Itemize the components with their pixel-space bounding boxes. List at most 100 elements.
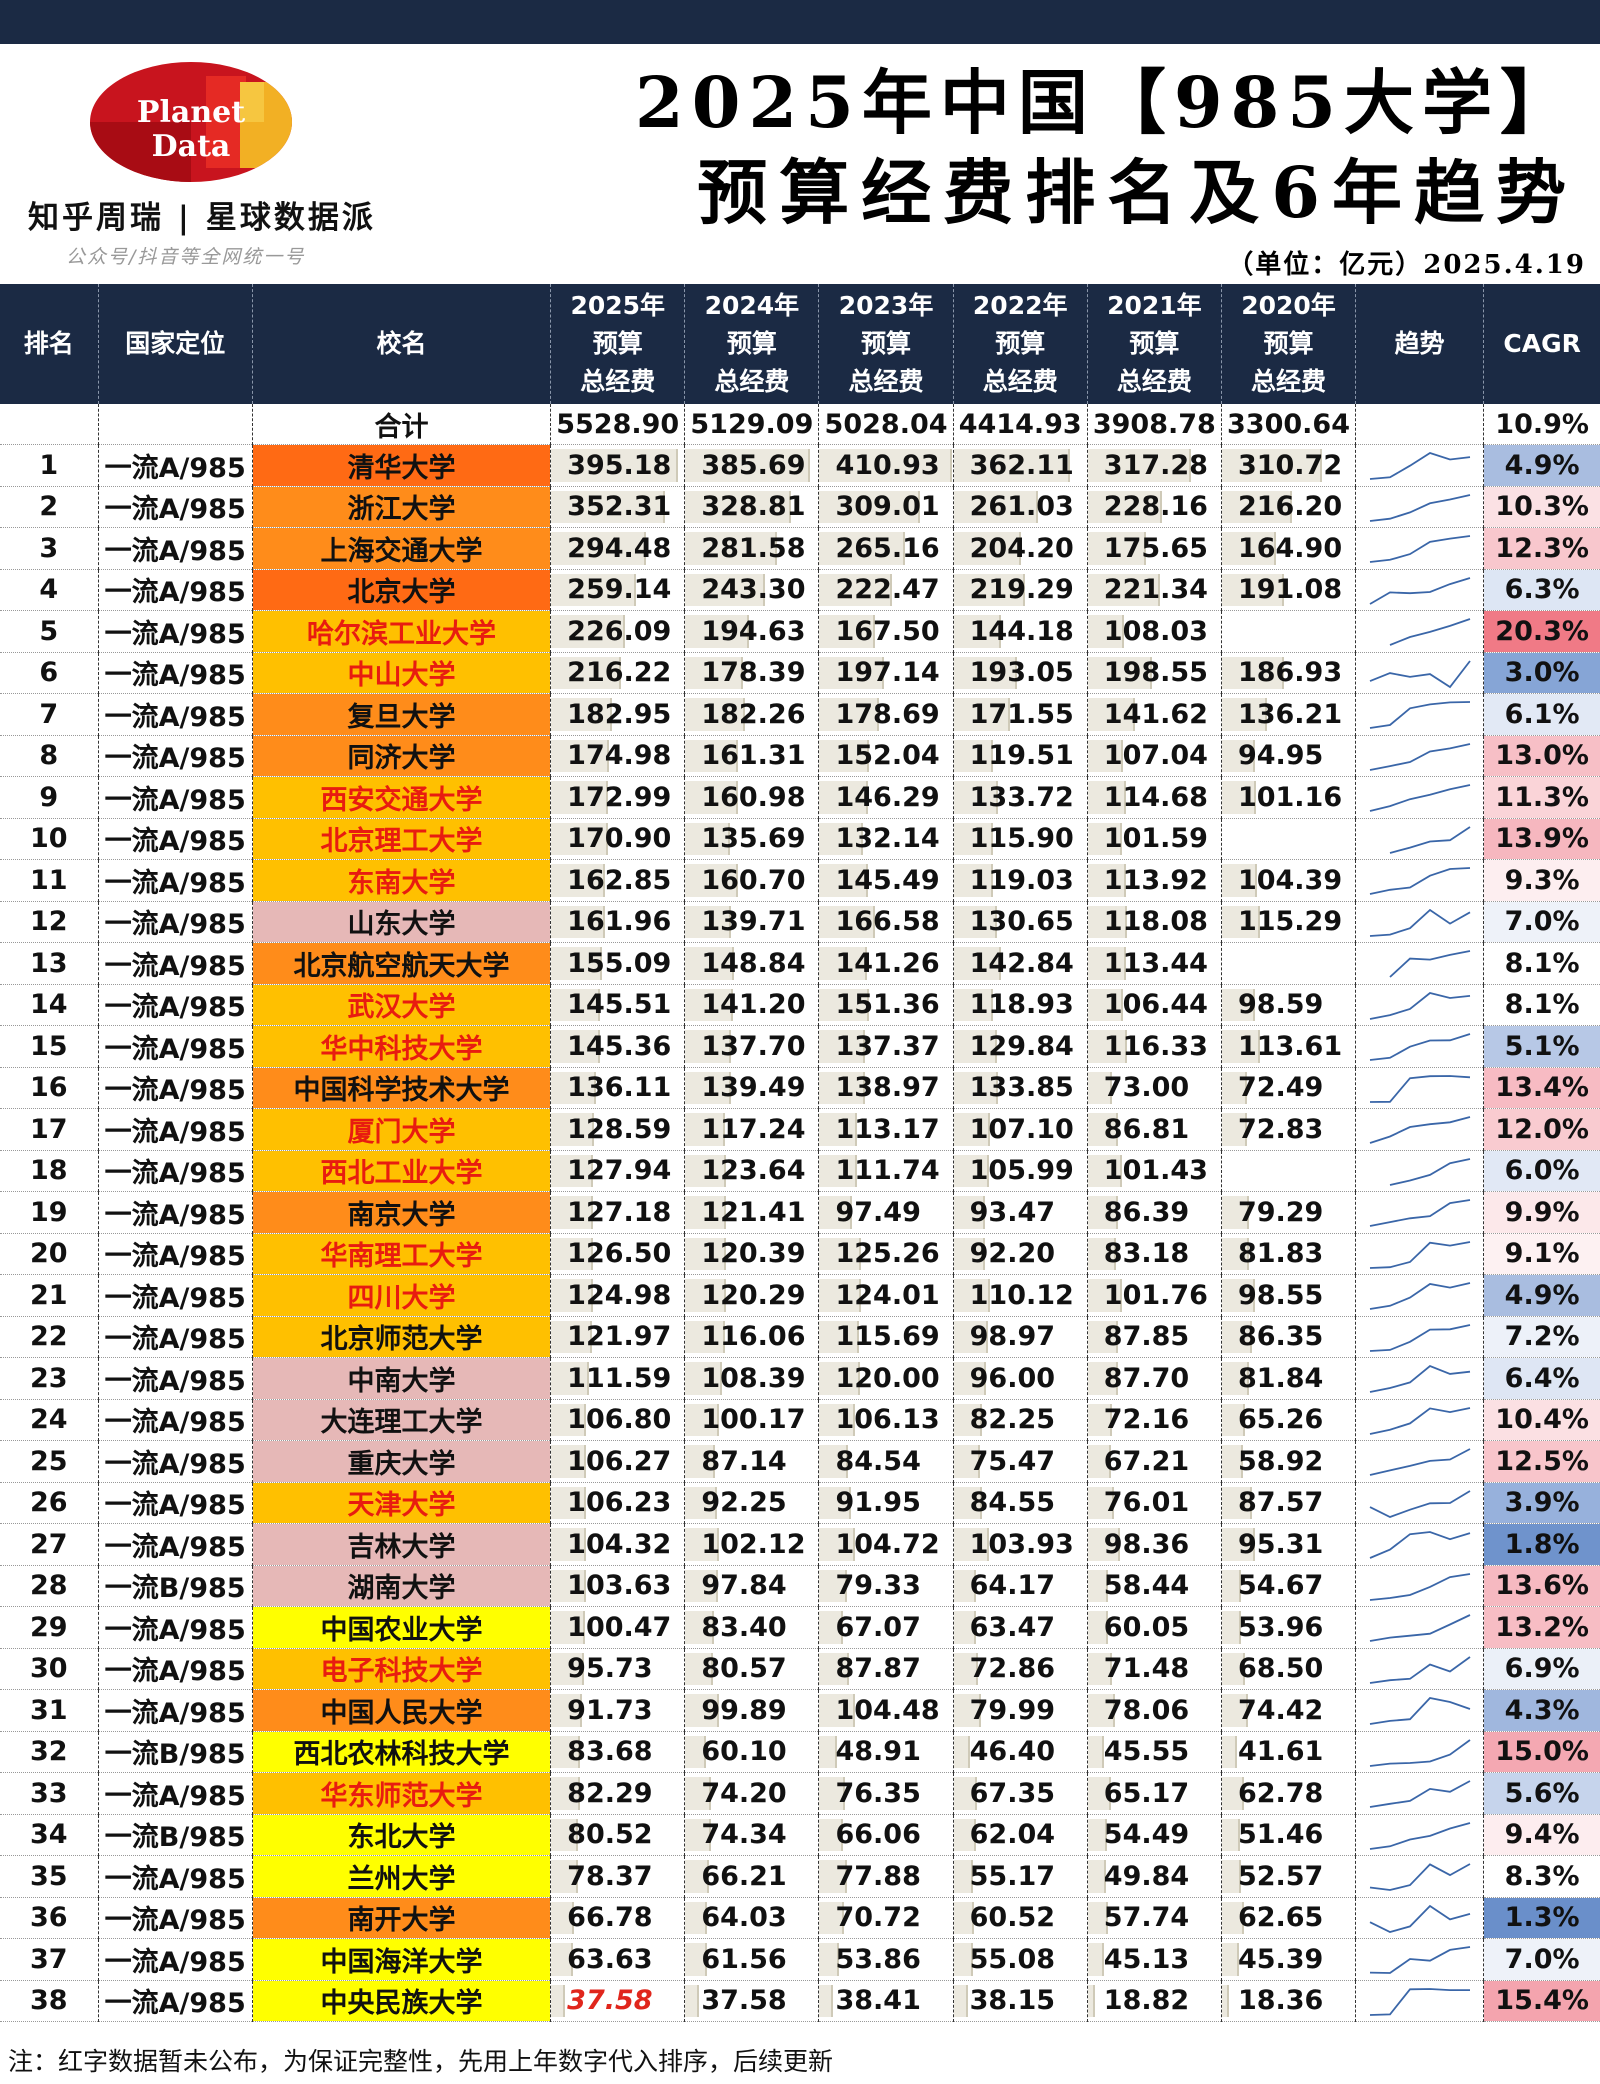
position-cell: 一流A/985 bbox=[97, 818, 253, 860]
trend-sparkline bbox=[1369, 1656, 1471, 1684]
budget-2024-cell: 281.58 bbox=[684, 527, 819, 570]
budget-value: 55.17 bbox=[969, 1860, 1056, 1892]
budget-value: 76.35 bbox=[835, 1777, 921, 1809]
budget-value: 167.50 bbox=[835, 615, 940, 647]
budget-2025-cell: 66.78 bbox=[550, 1897, 685, 1939]
budget-value: 87.57 bbox=[1237, 1487, 1324, 1519]
value-bar bbox=[1088, 1735, 1105, 1768]
budget-2021-cell: 141.62 bbox=[1086, 693, 1222, 736]
budget-value: 141.20 bbox=[701, 989, 806, 1021]
rank-cell: 31 bbox=[0, 1689, 99, 1732]
budget-2020-cell: 94.95 bbox=[1220, 735, 1356, 777]
rank-cell: 33 bbox=[0, 1772, 99, 1815]
budget-value: 182.95 bbox=[567, 698, 672, 730]
table-row: 32 一流B/985 西北农林科技大学 83.68 60.10 48.91 46.40 45.… bbox=[0, 1731, 1600, 1773]
cagr-cell: 1.3% bbox=[1483, 1897, 1600, 1939]
budget-2025-cell: 182.95 bbox=[550, 693, 685, 736]
cagr-cell: 4.3% bbox=[1483, 1689, 1600, 1732]
school-name-cell: 华东师范大学 bbox=[251, 1772, 551, 1815]
school-name-cell: 华中科技大学 bbox=[251, 1025, 551, 1068]
trend-sparkline bbox=[1369, 991, 1471, 1020]
position-cell: 一流A/985 bbox=[97, 1399, 253, 1441]
budget-2020-cell: 98.55 bbox=[1220, 1274, 1356, 1317]
total-2024: 5129.09 bbox=[684, 404, 819, 445]
position-cell: 一流A/985 bbox=[97, 1648, 253, 1690]
trend-line bbox=[1369, 535, 1471, 564]
budget-2021-cell: 108.03 bbox=[1086, 610, 1222, 653]
budget-2023-cell: 77.88 bbox=[818, 1855, 954, 1898]
budget-value: 160.70 bbox=[701, 864, 806, 896]
rank-cell: 12 bbox=[0, 901, 99, 943]
budget-value: 53.96 bbox=[1237, 1611, 1324, 1643]
budget-value: 60.52 bbox=[969, 1902, 1056, 1934]
budget-2025-cell: 226.09 bbox=[550, 610, 685, 653]
budget-2021-cell: 118.08 bbox=[1086, 901, 1222, 943]
budget-2022-cell: 92.20 bbox=[952, 1233, 1088, 1275]
school-name-cell: 复旦大学 bbox=[251, 693, 551, 736]
budget-value: 48.91 bbox=[835, 1736, 921, 1768]
budget-value: 54.67 bbox=[1237, 1570, 1324, 1602]
cagr-cell: 12.3% bbox=[1483, 527, 1600, 570]
budget-2020-cell: 62.78 bbox=[1220, 1772, 1356, 1815]
table-row: 22 一流A/985 北京师范大学 121.97 116.06 115.69 98.97 87… bbox=[0, 1316, 1600, 1358]
table-row: 19 一流A/985 南京大学 127.18 121.41 97.49 93.47 86.39… bbox=[0, 1191, 1600, 1234]
budget-2020-cell: 79.29 bbox=[1220, 1191, 1356, 1234]
budget-value: 114.68 bbox=[1103, 781, 1208, 813]
budget-value: 113.44 bbox=[1103, 947, 1208, 979]
rank-cell: 23 bbox=[0, 1357, 99, 1400]
trend-cell bbox=[1355, 735, 1484, 777]
budget-2023-cell: 146.29 bbox=[818, 776, 954, 819]
budget-value: 127.18 bbox=[567, 1196, 672, 1228]
budget-2020-cell: 101.16 bbox=[1220, 776, 1356, 819]
budget-value: 219.29 bbox=[969, 574, 1074, 606]
budget-2020-cell: 95.31 bbox=[1220, 1523, 1356, 1566]
position-cell: 一流A/985 bbox=[97, 652, 253, 694]
school-name-cell: 西安交通大学 bbox=[251, 776, 551, 819]
budget-2021-cell: 18.82 bbox=[1086, 1980, 1222, 2022]
budget-2024-cell: 80.57 bbox=[684, 1648, 819, 1690]
budget-value: 58.92 bbox=[1237, 1445, 1324, 1477]
budget-2022-cell: 130.65 bbox=[952, 901, 1088, 943]
budget-2023-cell: 197.14 bbox=[818, 652, 954, 694]
cagr-cell: 3.9% bbox=[1483, 1482, 1600, 1524]
budget-value: 84.55 bbox=[969, 1487, 1056, 1519]
budget-2021-cell: 67.21 bbox=[1086, 1440, 1222, 1483]
col-header-2025: 2025年 预算 总经费 bbox=[550, 284, 685, 404]
cagr-cell: 6.9% bbox=[1483, 1648, 1600, 1690]
budget-value: 95.31 bbox=[1237, 1528, 1324, 1560]
table-row: 11 一流A/985 东南大学 162.85 160.70 145.49 119.03 113… bbox=[0, 859, 1600, 902]
budget-value: 87.70 bbox=[1103, 1362, 1190, 1394]
rank-cell: 8 bbox=[0, 735, 99, 777]
budget-2024-cell: 116.06 bbox=[684, 1316, 819, 1358]
position-cell: 一流B/985 bbox=[97, 1814, 253, 1856]
budget-2021-cell: 78.06 bbox=[1086, 1689, 1222, 1732]
school-name-cell: 东南大学 bbox=[251, 859, 551, 902]
table-row: 34 一流B/985 东北大学 80.52 74.34 66.06 62.04 54.49 51… bbox=[0, 1814, 1600, 1856]
trend-line bbox=[1370, 908, 1471, 937]
rank-cell: 35 bbox=[0, 1855, 99, 1898]
budget-value: 74.42 bbox=[1237, 1694, 1324, 1726]
budget-2025-cell: 37.58 bbox=[550, 1980, 685, 2022]
budget-2022-cell: 105.99 bbox=[952, 1150, 1088, 1192]
budget-2022-cell: 261.03 bbox=[952, 486, 1088, 528]
budget-2024-cell: 121.41 bbox=[684, 1191, 819, 1234]
budget-value: 141.62 bbox=[1103, 698, 1208, 730]
budget-2021-cell: 317.28 bbox=[1086, 444, 1222, 487]
budget-value: 49.84 bbox=[1103, 1860, 1190, 1892]
budget-value: 155.09 bbox=[567, 947, 672, 979]
budget-2023-cell: 70.72 bbox=[818, 1897, 954, 1939]
rank-cell: 11 bbox=[0, 859, 99, 902]
rank-cell: 29 bbox=[0, 1606, 99, 1649]
trend-cell bbox=[1355, 693, 1484, 736]
budget-2025-cell: 91.73 bbox=[550, 1689, 685, 1732]
total-2021: 3908.78 bbox=[1086, 404, 1222, 445]
budget-value: 100.47 bbox=[567, 1611, 672, 1643]
budget-2022-cell: 60.52 bbox=[952, 1897, 1088, 1939]
budget-value: 174.98 bbox=[567, 740, 672, 772]
budget-2021-cell: 76.01 bbox=[1086, 1482, 1222, 1524]
budget-value: 38.41 bbox=[835, 1985, 921, 2017]
budget-2023-cell: 104.48 bbox=[818, 1689, 954, 1732]
budget-value: 171.55 bbox=[969, 698, 1074, 730]
trend-sparkline bbox=[1369, 1780, 1471, 1809]
budget-2023-cell: 124.01 bbox=[818, 1274, 954, 1317]
